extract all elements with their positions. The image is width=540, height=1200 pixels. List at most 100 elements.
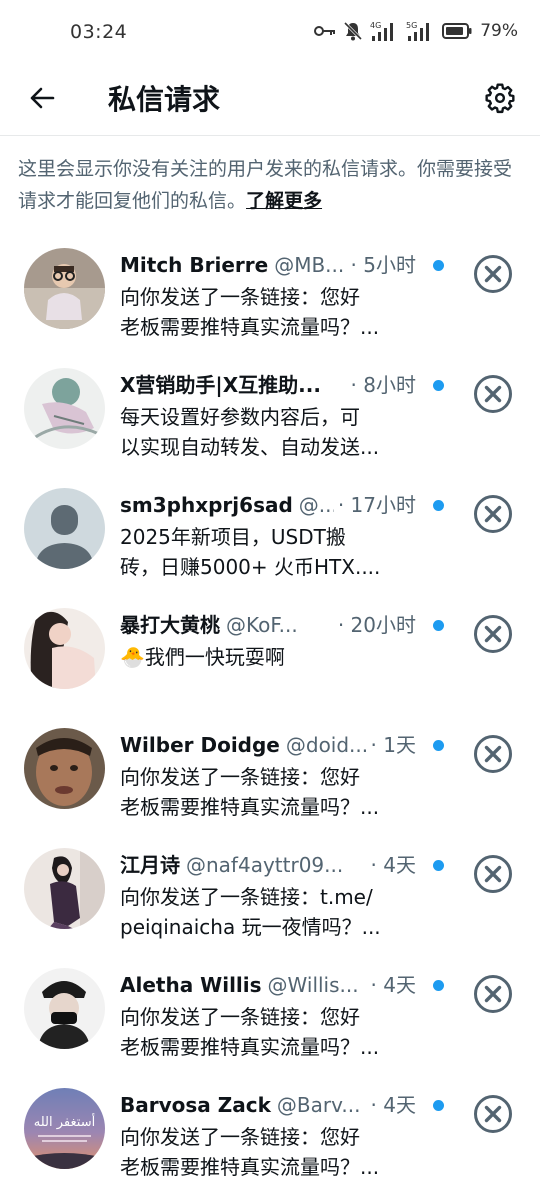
avatar[interactable]: [24, 488, 105, 569]
header: 私信请求: [0, 66, 540, 136]
time-ago: · 4天: [366, 969, 416, 1001]
time-ago: · 8小时: [346, 369, 416, 401]
avatar[interactable]: أستغفر الله: [24, 1088, 105, 1169]
list-item[interactable]: sm3phxprj6sad @... · 17小时 2025年新项目，USDT搬 …: [0, 476, 540, 596]
battery-percent: 79%: [480, 21, 518, 41]
close-circle-icon: [473, 855, 513, 898]
unread-dot: [433, 620, 444, 631]
avatar[interactable]: [24, 368, 105, 449]
settings-button[interactable]: [478, 78, 522, 122]
message-line-1: 向你发送了一条链接：您好: [120, 1005, 360, 1029]
message-line-1: 2025年新项目，USDT搬: [120, 525, 346, 549]
arrow-left-icon: [28, 84, 56, 116]
svg-text:4G: 4G: [370, 21, 381, 30]
sender-handle: @...: [298, 493, 338, 517]
dismiss-button[interactable]: [473, 614, 513, 654]
list-item[interactable]: 暴打大黄桃 @KoF... · 20小时 🐣我們一快玩耍啊: [0, 596, 540, 716]
sender-name: X营销助手|X互推助...: [120, 373, 321, 397]
message-line-2: 砖，日赚5000+ 火币HTX....: [120, 555, 381, 579]
signal-5g-icon: 5G: [406, 20, 434, 42]
learn-more-link[interactable]: 了解更多: [246, 190, 322, 212]
status-time: 03:24: [70, 21, 128, 43]
close-circle-icon: [473, 615, 513, 658]
svg-text:أستغفر الله: أستغفر الله: [34, 1113, 95, 1130]
dismiss-button[interactable]: [473, 254, 513, 294]
sender-name: 江月诗: [120, 853, 180, 877]
message-line-1: 🐣我們一快玩耍啊: [120, 645, 285, 669]
message-preview: 🐣我們一快玩耍啊: [120, 642, 412, 672]
gear-icon: [484, 82, 516, 118]
time-ago: · 17小时: [333, 489, 416, 521]
close-circle-icon: [473, 495, 513, 538]
close-circle-icon: [473, 375, 513, 418]
sender-handle: @doid...: [285, 733, 369, 757]
close-circle-icon: [473, 255, 513, 298]
list-item[interactable]: 江月诗 @naf4ayttr09... · 4天 向你发送了一条链接：t.me/ …: [0, 836, 540, 956]
unread-dot: [433, 860, 444, 871]
dismiss-button[interactable]: [473, 494, 513, 534]
sender-name: sm3phxprj6sad: [120, 493, 293, 517]
unread-dot: [433, 980, 444, 991]
message-line-1: 向你发送了一条链接：您好: [120, 1125, 360, 1149]
dismiss-button[interactable]: [473, 974, 513, 1014]
status-icons: 4G 5G 79%: [314, 20, 518, 42]
unread-dot: [433, 1100, 444, 1111]
battery-icon: [442, 23, 472, 39]
sender-name: Aletha Willis: [120, 973, 262, 997]
svg-text:5G: 5G: [406, 21, 417, 30]
sender-handle: @naf4ayttr09...: [186, 853, 344, 877]
avatar[interactable]: [24, 848, 105, 929]
sender-name: Barvosa Zack: [120, 1093, 271, 1117]
unread-dot: [433, 500, 444, 511]
key-icon: [314, 24, 336, 38]
sender-handle: @Barv...: [276, 1093, 361, 1117]
time-ago: · 4天: [366, 1089, 416, 1121]
sender-name: 暴打大黄桃: [120, 613, 220, 637]
dismiss-button[interactable]: [473, 374, 513, 414]
sender-name: Mitch Brierre: [120, 253, 269, 277]
message-preview: 向你发送了一条链接：您好 老板需要推特真实流量吗？...: [120, 762, 412, 822]
dismiss-button[interactable]: [473, 854, 513, 894]
close-circle-icon: [473, 735, 513, 778]
list-item[interactable]: Aletha Willis @Willis... · 4天 向你发送了一条链接：您…: [0, 956, 540, 1076]
avatar[interactable]: [24, 968, 105, 1049]
message-preview: 向你发送了一条链接：您好 老板需要推特真实流量吗？...: [120, 1002, 412, 1062]
message-preview: 向你发送了一条链接：您好 老板需要推特真实流量吗？...: [120, 1122, 412, 1182]
message-line-2: 老板需要推特真实流量吗？...: [120, 1035, 380, 1059]
status-bar: 03:24 4G 5G 79%: [0, 0, 540, 66]
message-line-1: 向你发送了一条链接：您好: [120, 765, 360, 789]
close-circle-icon: [473, 1095, 513, 1138]
time-ago: · 20小时: [333, 609, 416, 641]
list-item[interactable]: Mitch Brierre @MB... · 5小时 向你发送了一条链接：您好 老…: [0, 236, 540, 356]
message-preview: 向你发送了一条链接：t.me/ peiqinaicha 玩一夜情吗？...: [120, 882, 412, 942]
sender-handle: @KoF...: [226, 613, 298, 637]
mute-bell-icon: [344, 21, 363, 41]
sender-handle: @Willis...: [267, 973, 359, 997]
back-button[interactable]: [22, 80, 62, 120]
list-item[interactable]: Wilber Doidge @doid... · 1天 向你发送了一条链接：您好 …: [0, 716, 540, 836]
list-item[interactable]: X营销助手|X互推助... · 8小时 每天设置好参数内容后，可 以实现自动转发…: [0, 356, 540, 476]
unread-dot: [433, 740, 444, 751]
signal-4g-icon: 4G: [370, 20, 398, 42]
page-title: 私信请求: [108, 83, 221, 116]
avatar[interactable]: [24, 248, 105, 329]
info-text: 这里会显示你没有关注的用户发来的私信请求。你需要接受请求才能回复他们的私信。了解…: [18, 153, 528, 217]
message-line-2: 老板需要推特真实流量吗？...: [120, 315, 380, 339]
time-ago: · 4天: [366, 849, 416, 881]
list-item[interactable]: أستغفر الله Barvosa Zack @Barv... · 4天 向你…: [0, 1076, 540, 1196]
dismiss-button[interactable]: [473, 734, 513, 774]
time-ago: · 5小时: [346, 249, 416, 281]
message-line-2: 老板需要推特真实流量吗？...: [120, 1155, 380, 1179]
message-line-1: 每天设置好参数内容后，可: [120, 405, 360, 429]
avatar[interactable]: [24, 608, 105, 689]
avatar[interactable]: [24, 728, 105, 809]
message-line-1: 向你发送了一条链接：t.me/: [120, 885, 373, 909]
sender-name: Wilber Doidge: [120, 733, 280, 757]
message-line-2: 以实现自动转发、自动发送...: [120, 435, 380, 459]
unread-dot: [433, 260, 444, 271]
message-line-1: 向你发送了一条链接：您好: [120, 285, 360, 309]
close-circle-icon: [473, 975, 513, 1018]
dismiss-button[interactable]: [473, 1094, 513, 1134]
message-preview: 每天设置好参数内容后，可 以实现自动转发、自动发送...: [120, 402, 412, 462]
sender-handle: @MB...: [274, 253, 345, 277]
